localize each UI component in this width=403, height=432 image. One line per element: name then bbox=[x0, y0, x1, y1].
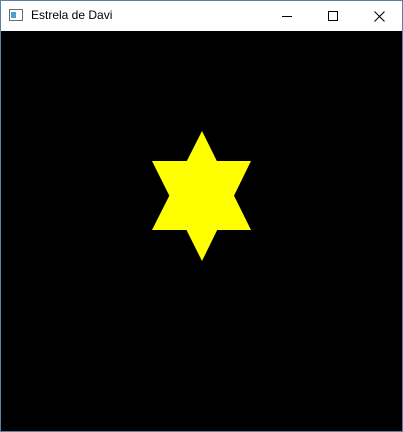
maximize-icon bbox=[328, 11, 338, 21]
drawing-canvas bbox=[1, 31, 402, 431]
close-icon bbox=[373, 10, 385, 22]
title-bar[interactable]: Estrela de Davi bbox=[1, 1, 402, 31]
star-of-david-shape bbox=[152, 131, 251, 261]
minimize-button[interactable] bbox=[264, 1, 310, 31]
window-title: Estrela de Davi bbox=[31, 8, 113, 22]
app-window: Estrela de Davi bbox=[0, 0, 403, 432]
close-button[interactable] bbox=[356, 1, 402, 31]
minimize-icon bbox=[282, 16, 292, 17]
maximize-button[interactable] bbox=[310, 1, 356, 31]
app-window-icon[interactable] bbox=[9, 9, 23, 21]
